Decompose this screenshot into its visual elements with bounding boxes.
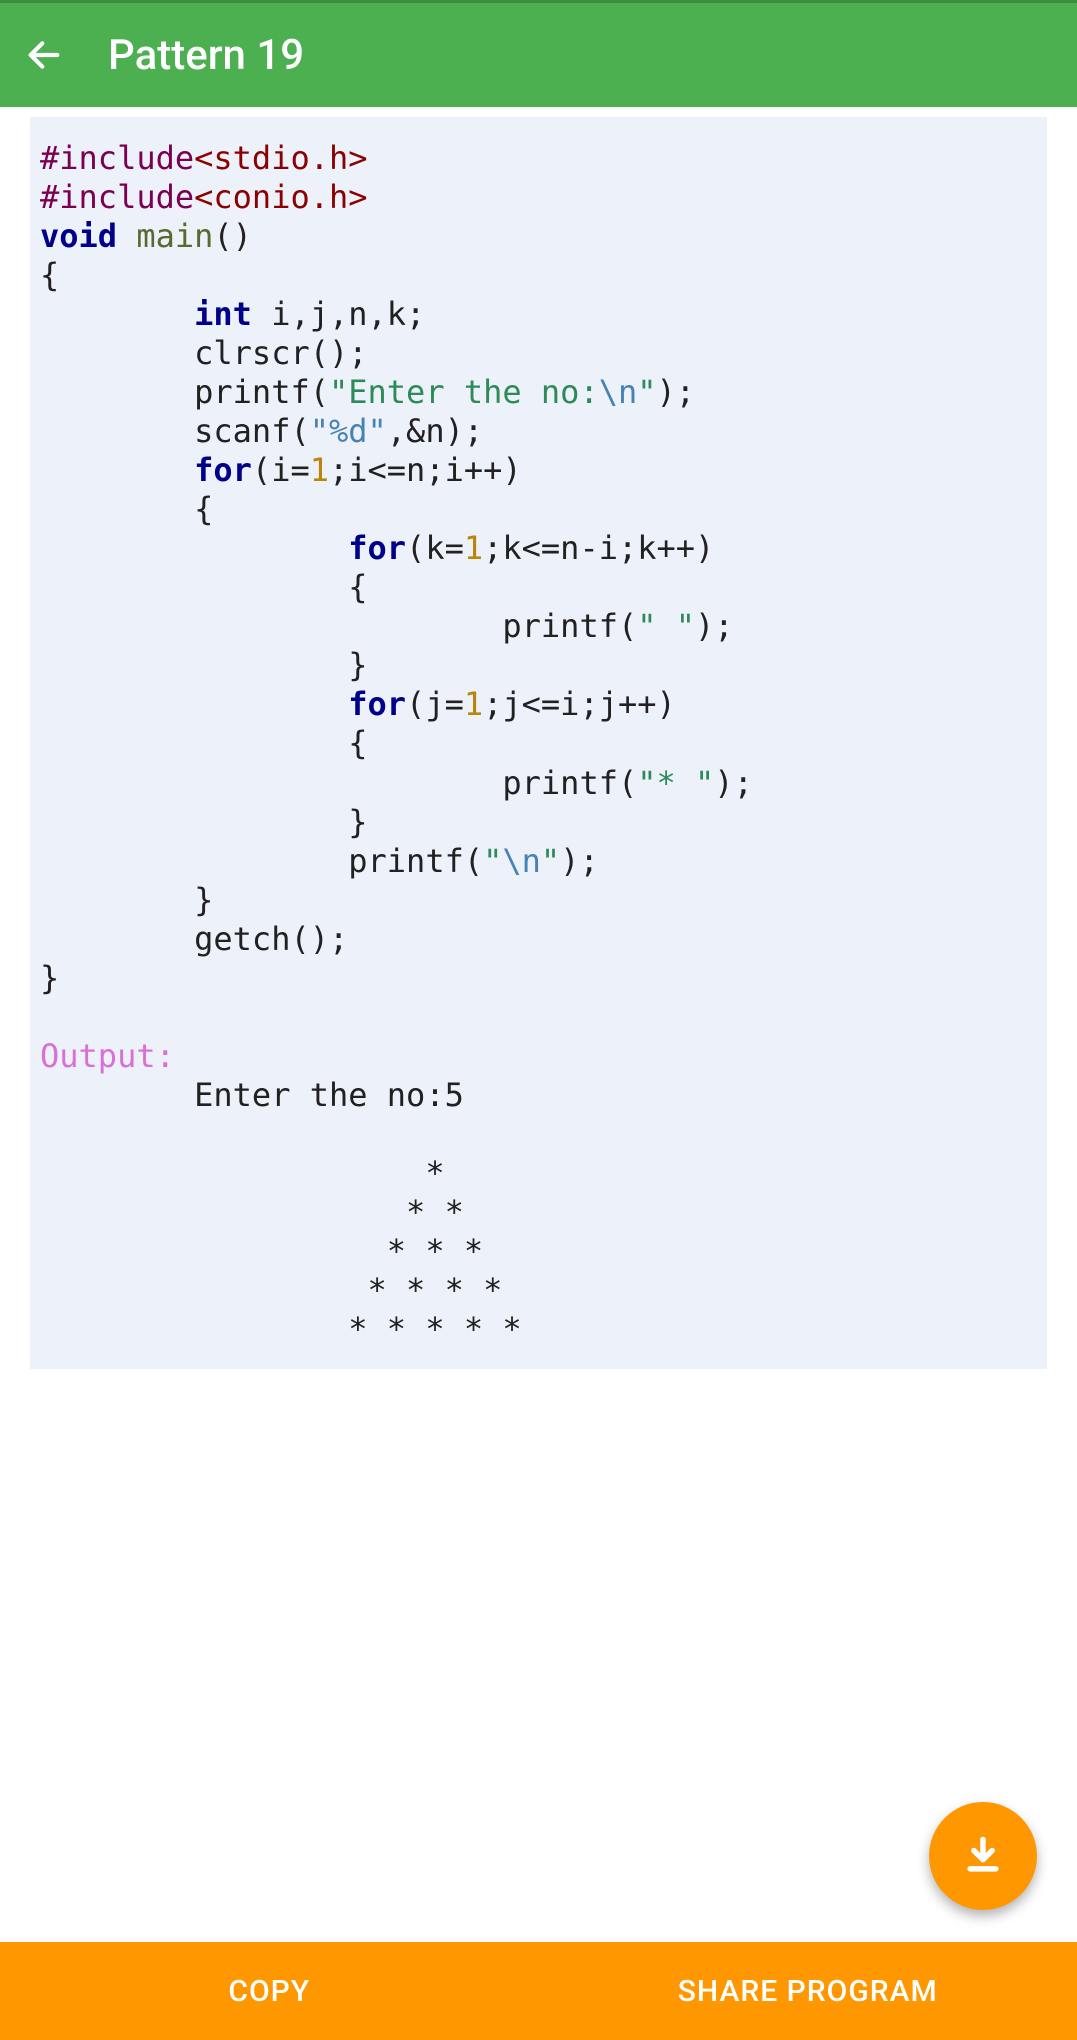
fn-scanf: scanf [194, 412, 290, 450]
download-icon [961, 1834, 1005, 1878]
output-line: * [348, 1154, 444, 1192]
str: "Enter the no: [329, 373, 599, 411]
fn-printf: printf [348, 842, 464, 880]
fmt: "%d" [310, 412, 387, 450]
output-line: * * * [348, 1232, 483, 1270]
output-label: Output: [40, 1037, 175, 1075]
code-block: #include<stdio.h> #include<conio.h> void… [30, 117, 1047, 1369]
copy-button[interactable]: COPY [0, 1942, 539, 2040]
output-line: * * * * [348, 1271, 502, 1309]
kw-for: for [348, 685, 406, 723]
code-text: j<=i;j++ [502, 685, 656, 723]
kw-void: void [40, 217, 117, 255]
bottom-bar: COPY SHARE PROGRAM [0, 1942, 1077, 2040]
code-text: ; [483, 529, 502, 567]
code-text: i= [271, 451, 310, 489]
code-text: ; [483, 685, 502, 723]
output-line: * * [348, 1193, 464, 1231]
kw-int: int [194, 295, 252, 333]
content-area[interactable]: #include<stdio.h> #include<conio.h> void… [0, 107, 1077, 1942]
str: "* " [637, 764, 714, 802]
download-fab[interactable] [929, 1802, 1037, 1910]
code-text: i,j,n,k; [252, 295, 425, 333]
code-text: k= [425, 529, 464, 567]
num: 1 [464, 685, 483, 723]
fn-main: main [136, 217, 213, 255]
str: " " [637, 607, 695, 645]
preproc: #include [40, 178, 194, 216]
num: 1 [310, 451, 329, 489]
fn-printf: printf [194, 373, 310, 411]
fn-printf: printf [502, 764, 618, 802]
code-text: ; [329, 451, 348, 489]
code-text: ,&n [387, 412, 445, 450]
page-title: Pattern 19 [108, 31, 304, 80]
esc: \n [599, 373, 638, 411]
code-text: k<=n-i;k++ [502, 529, 695, 567]
share-button[interactable]: SHARE PROGRAM [539, 1942, 1077, 2040]
kw-for: for [348, 529, 406, 567]
output-line: Enter the no:5 [194, 1076, 464, 1114]
str: " [637, 373, 656, 411]
num: 1 [464, 529, 483, 567]
include-header: <stdio.h> [194, 139, 367, 177]
output-line: * * * * * [348, 1310, 521, 1348]
fn-printf: printf [502, 607, 618, 645]
esc: \n [502, 842, 541, 880]
code-text: j= [425, 685, 464, 723]
fn-getch: getch [194, 920, 290, 958]
code-text: i<=n;i++ [348, 451, 502, 489]
kw-for: for [194, 451, 252, 489]
fn-clrscr: clrscr [194, 334, 310, 372]
include-header: <conio.h> [194, 178, 367, 216]
app-bar: Pattern 19 [0, 3, 1077, 107]
back-icon[interactable] [20, 31, 68, 79]
preproc: #include [40, 139, 194, 177]
